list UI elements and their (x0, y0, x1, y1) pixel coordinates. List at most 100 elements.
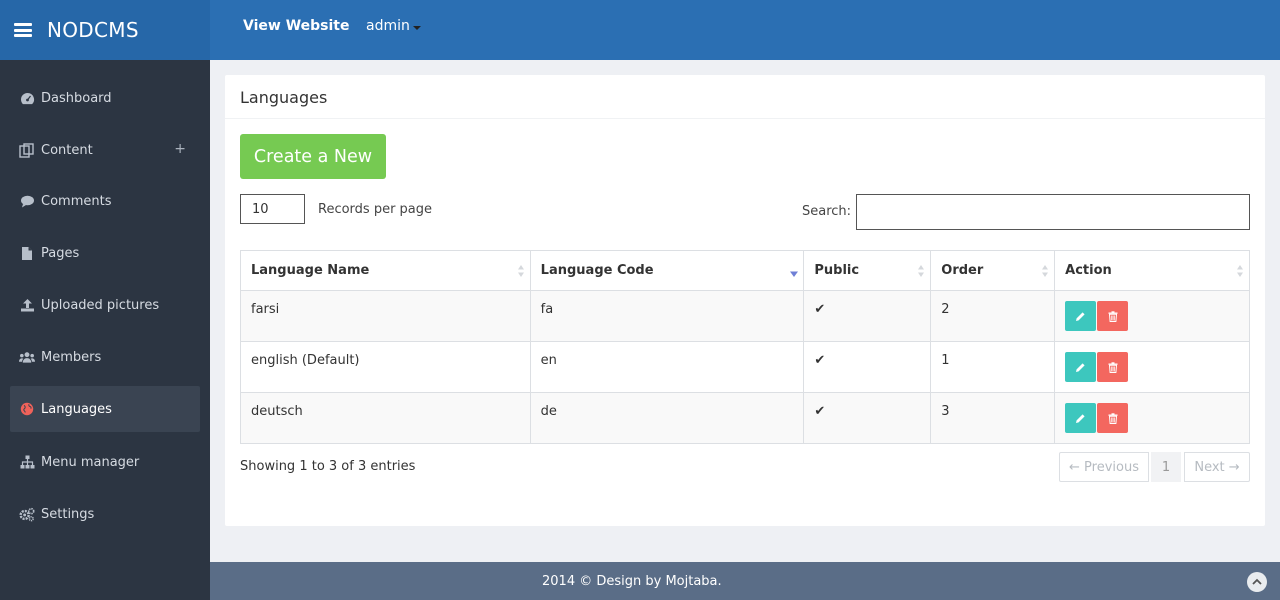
view-website-link[interactable]: View Website (243, 18, 349, 34)
sidebar-item-label: Pages (41, 245, 80, 261)
pencil-icon (1076, 362, 1085, 372)
edit-button[interactable] (1065, 301, 1097, 331)
pencil-icon (1076, 413, 1085, 423)
sidebar-item-label: Uploaded pictures (41, 297, 160, 313)
column-label: Language Code (540, 263, 654, 278)
cell-order: 3 (930, 392, 1056, 444)
upload-icon (19, 297, 35, 313)
column-label: Language Name (251, 263, 370, 278)
sidebar-item-settings[interactable]: Settings (10, 491, 200, 537)
trash-icon (1108, 310, 1118, 322)
edit-button[interactable] (1065, 352, 1097, 382)
sidebar-item-label: Dashboard (41, 90, 112, 106)
sidebar-item-uploaded-pictures[interactable]: Uploaded pictures (10, 282, 200, 328)
column-header-action[interactable]: Action (1054, 250, 1250, 291)
column-label: Order (941, 263, 984, 278)
sidebar-item-label: Settings (41, 506, 95, 522)
search-input[interactable] (856, 194, 1250, 230)
create-new-button[interactable]: Create a New (240, 134, 386, 179)
check-icon: ✔ (803, 392, 932, 444)
sidebar-item-members[interactable]: Members (10, 334, 200, 380)
sort-both-icon (1042, 265, 1049, 277)
table-row: deutsch de ✔ 3 (240, 392, 1250, 444)
cell-actions (1054, 290, 1250, 342)
gears-icon (19, 506, 35, 522)
cell-order: 2 (930, 290, 1056, 342)
column-header-order[interactable]: Order (930, 250, 1056, 291)
sort-both-icon (918, 265, 925, 277)
dashboard-icon (19, 90, 35, 106)
cell-actions (1054, 341, 1250, 393)
user-name: admin (366, 18, 410, 34)
cell-language-name: english (Default) (240, 341, 531, 393)
chevron-up-icon (1252, 578, 1262, 585)
sort-both-icon (517, 265, 524, 277)
sidebar-item-label: Comments (41, 193, 112, 209)
delete-button[interactable] (1097, 403, 1129, 433)
footer: 2014 © Design by Mojtaba. (210, 562, 1280, 600)
languages-panel: Languages Create a New Records per page … (225, 75, 1265, 526)
trash-icon (1108, 412, 1118, 424)
sidebar-item-content[interactable]: Content + (10, 127, 200, 173)
table-row: english (Default) en ✔ 1 (240, 341, 1250, 393)
brand-name[interactable]: NODCMS (47, 18, 139, 42)
table-info: Showing 1 to 3 of 3 entries (240, 459, 416, 474)
delete-button[interactable] (1097, 301, 1129, 331)
sidebar-item-comments[interactable]: Comments (10, 178, 200, 224)
cell-language-name: deutsch (240, 392, 531, 444)
table-header-row: Language Name Language Code Public Order… (240, 250, 1250, 291)
column-header-language-code[interactable]: Language Code (529, 250, 805, 291)
sidebar-item-menu-manager[interactable]: Menu manager (10, 439, 200, 485)
sort-desc-icon (790, 271, 799, 277)
trash-icon (1108, 361, 1118, 373)
cell-actions (1054, 392, 1250, 444)
pagination: ← Previous 1 Next → (1059, 452, 1250, 482)
sidebar-item-label: Languages (41, 401, 112, 417)
users-icon (19, 349, 35, 365)
table-row: farsi fa ✔ 2 (240, 290, 1250, 342)
page-1-button[interactable]: 1 (1151, 452, 1181, 482)
sidebar: Dashboard Content + Comments Pages Uploa… (0, 60, 210, 600)
column-header-language-name[interactable]: Language Name (240, 250, 531, 291)
expand-plus-icon[interactable]: + (174, 141, 186, 157)
pencil-icon (1076, 311, 1085, 321)
search-label: Search: (802, 204, 852, 219)
hamburger-menu-icon[interactable] (14, 23, 32, 37)
delete-button[interactable] (1097, 352, 1129, 382)
check-icon: ✔ (803, 341, 932, 393)
cell-language-name: farsi (240, 290, 531, 342)
sidebar-item-pages[interactable]: Pages (10, 230, 200, 276)
sidebar-item-languages[interactable]: Languages (10, 386, 200, 432)
records-per-page-select[interactable] (240, 194, 305, 224)
globe-icon (19, 401, 35, 417)
edit-button[interactable] (1065, 403, 1097, 433)
column-header-public[interactable]: Public (803, 250, 932, 291)
top-bar: NODCMS View Website admin (0, 0, 1280, 60)
user-menu[interactable]: admin (366, 18, 421, 34)
sidebar-item-label: Menu manager (41, 454, 140, 470)
records-per-page-label: Records per page (318, 202, 433, 217)
sort-both-icon (1237, 265, 1243, 277)
scroll-to-top-button[interactable] (1247, 572, 1267, 592)
column-label: Action (1065, 263, 1112, 278)
sidebar-item-label: Content (41, 142, 93, 158)
column-label: Public (814, 263, 860, 278)
file-icon (19, 245, 35, 261)
caret-down-icon (412, 25, 421, 30)
cell-language-code: de (529, 392, 805, 444)
page-title: Languages (240, 88, 328, 107)
content-icon (19, 142, 35, 158)
cell-language-code: fa (529, 290, 805, 342)
check-icon: ✔ (803, 290, 932, 342)
sidebar-item-dashboard[interactable]: Dashboard (10, 75, 200, 121)
languages-table: Language Name Language Code Public Order… (240, 250, 1250, 444)
brand: NODCMS (0, 0, 210, 60)
previous-page-button[interactable]: ← Previous (1059, 452, 1149, 482)
divider (225, 118, 1265, 119)
footer-copyright: 2014 © Design by Mojtaba. (542, 574, 722, 589)
cell-language-code: en (529, 341, 805, 393)
sitemap-icon (19, 454, 35, 470)
cell-order: 1 (930, 341, 1056, 393)
comment-icon (19, 193, 35, 209)
next-page-button[interactable]: Next → (1184, 452, 1250, 482)
